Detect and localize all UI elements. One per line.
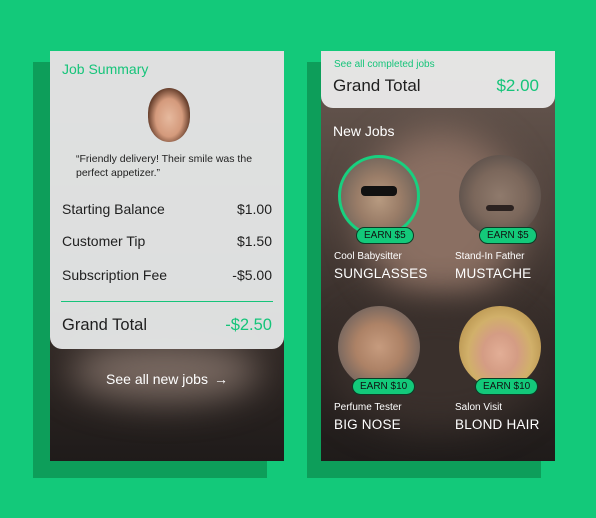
subscription-fee-row: Subscription Fee -$5.00 (62, 267, 272, 283)
row-value: -$5.00 (232, 267, 272, 283)
job-role: Cool Babysitter (334, 251, 402, 262)
job-role: Stand-In Father (455, 251, 525, 262)
customer-avatar (148, 88, 190, 142)
grand-total-card: See all completed jobs Grand Total $2.00 (321, 51, 555, 108)
divider (61, 301, 273, 302)
row-value: $1.50 (236, 233, 272, 249)
starting-balance-row: Starting Balance $1.00 (62, 201, 272, 217)
job-trait: BIG NOSE (334, 417, 401, 432)
see-all-completed-jobs-link[interactable]: See all completed jobs (334, 59, 435, 70)
job-trait: MUSTACHE (455, 266, 532, 281)
job-summary-screen: Job Summary “Friendly delivery! Their sm… (50, 51, 284, 461)
earn-badge: EARN $5 (356, 227, 414, 244)
customer-review-quote: “Friendly delivery! Their smile was the … (76, 153, 253, 179)
job-trait: SUNGLASSES (334, 266, 428, 281)
grand-total-value: $2.00 (496, 76, 539, 95)
earn-badge: EARN $10 (475, 378, 539, 395)
blond-hair-face-avatar (459, 306, 541, 388)
grand-total-row: Grand Total -$2.50 (62, 316, 272, 335)
earn-badge: EARN $10 (352, 378, 416, 395)
customer-tip-row: Customer Tip $1.50 (62, 233, 272, 249)
new-jobs-screen: See all completed jobs Grand Total $2.00… (321, 51, 555, 461)
see-all-new-jobs-link[interactable]: See all new jobs → (50, 371, 284, 387)
grand-total-label: Grand Total (333, 76, 421, 95)
big-nose-face-avatar (338, 306, 420, 388)
job-summary-card: Job Summary “Friendly delivery! Their sm… (50, 51, 284, 349)
row-value: $1.00 (236, 201, 272, 217)
row-label: Customer Tip (62, 233, 146, 249)
new-jobs-heading: New Jobs (333, 123, 395, 139)
job-role: Perfume Tester (334, 402, 402, 413)
sunglasses-face-avatar (338, 155, 420, 237)
sunglasses-icon (361, 186, 397, 196)
row-label: Subscription Fee (62, 267, 168, 283)
job-role: Salon Visit (455, 402, 503, 413)
earn-badge: EARN $5 (479, 227, 537, 244)
grand-total-label: Grand Total (62, 316, 147, 334)
mustache-icon (486, 205, 514, 211)
grand-total-value: -$2.50 (225, 316, 272, 334)
job-summary-title: Job Summary (62, 61, 149, 77)
mustache-face-avatar (459, 155, 541, 237)
job-trait: BLOND HAIR (455, 417, 540, 432)
arrow-right-icon: → (213, 371, 228, 387)
row-label: Starting Balance (62, 201, 165, 217)
see-all-new-jobs-label: See all new jobs (106, 371, 208, 387)
